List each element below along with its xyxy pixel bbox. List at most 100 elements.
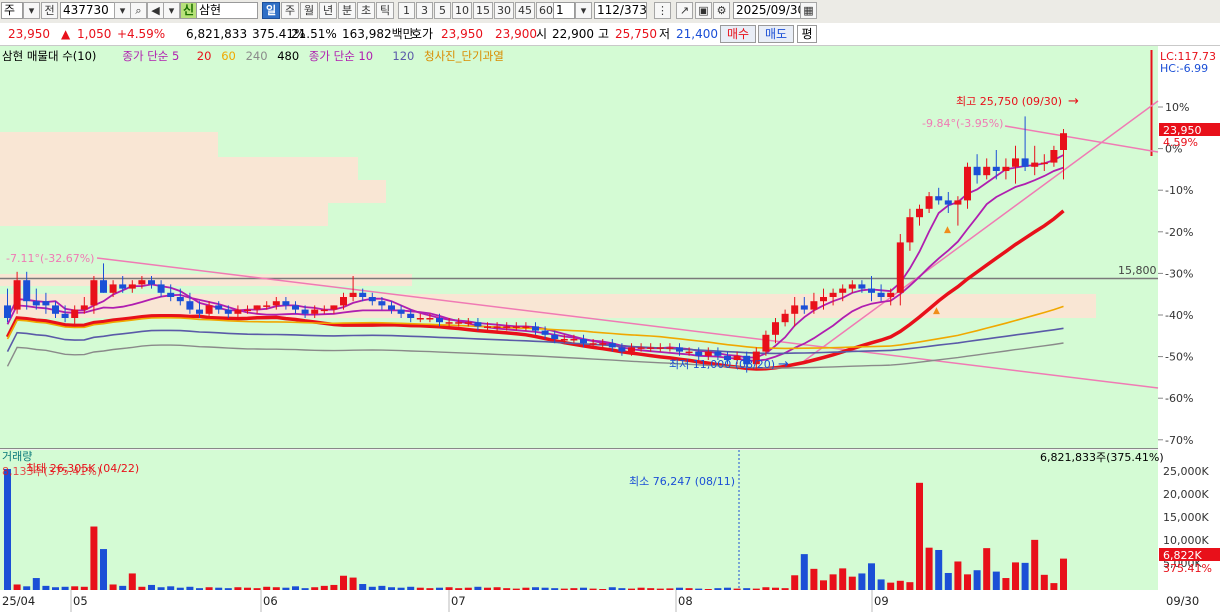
- volume-left-value: 8,133주(375.41%): [2, 465, 101, 478]
- volume-profile-bar: [0, 157, 358, 180]
- volume-bar: [272, 587, 280, 590]
- volume-tick-label: 15,000K: [1163, 511, 1209, 524]
- high-label: 고: [598, 27, 610, 41]
- interval-button-1[interactable]: 1: [398, 2, 415, 19]
- volume-bar: [522, 587, 530, 590]
- stock-code-dropdown-icon[interactable]: ▾: [114, 2, 131, 19]
- legend-item: 종가 단순 10: [309, 49, 373, 63]
- volume-bar: [71, 586, 79, 590]
- market-type-select[interactable]: 주: [1, 2, 23, 19]
- y-tick-label: -70%: [1165, 434, 1193, 447]
- grid-icon[interactable]: ⋮: [654, 2, 671, 19]
- interval-button-15[interactable]: 15: [473, 2, 493, 19]
- trade-value: 163,982백만: [342, 27, 414, 41]
- volume-bar: [724, 587, 731, 590]
- speaker-icon[interactable]: ◀: [147, 2, 164, 19]
- volume-bar: [647, 588, 655, 590]
- trend-label-left: -7.11°(-32.67%): [6, 252, 94, 265]
- legend-item: 청사진_단기과열: [424, 49, 504, 63]
- x-tick-label: 07: [451, 594, 466, 608]
- trend-tool-icon[interactable]: ↗: [676, 2, 693, 19]
- volume-bar: [551, 588, 559, 590]
- interval-button-5[interactable]: 5: [434, 2, 451, 19]
- calendar-icon[interactable]: ▦: [800, 2, 817, 19]
- period-button-년[interactable]: 년: [319, 2, 337, 19]
- step-select[interactable]: 1: [553, 2, 575, 19]
- volume-bar: [215, 587, 223, 590]
- period-button-일[interactable]: 일: [262, 2, 280, 19]
- volume-bar: [896, 580, 904, 590]
- volume-bar: [109, 584, 117, 590]
- volume-bar: [445, 587, 453, 590]
- market-type-dropdown-icon[interactable]: ▾: [23, 2, 40, 19]
- volume-bar: [820, 580, 827, 590]
- stock-chart[interactable]: 삼현 매물대 수(10) 종가 단순 5 20 60 240 480 종가 단순 10 120…: [0, 46, 1220, 612]
- hc-label: HC:-6.99: [1160, 62, 1208, 75]
- volume-bar: [580, 587, 587, 590]
- volume-bar: [800, 554, 808, 590]
- volume-bar: [416, 587, 424, 590]
- volume-bar: [119, 585, 127, 590]
- x-tick-label: 06: [263, 594, 278, 608]
- sell-button[interactable]: 매도: [758, 25, 794, 43]
- volume-bar: [426, 588, 434, 590]
- volume-bar: [532, 587, 539, 590]
- period-button-틱[interactable]: 틱: [376, 2, 394, 19]
- gear-icon[interactable]: ⚙: [713, 2, 730, 19]
- volume-bar: [973, 570, 981, 590]
- speaker-dropdown-icon[interactable]: ▾: [163, 2, 180, 19]
- y-tick-label: -60%: [1165, 392, 1193, 405]
- volume-bar: [791, 575, 799, 590]
- stock-name-field[interactable]: 삼현: [196, 2, 258, 19]
- volume-bar: [676, 587, 683, 590]
- interval-button-30[interactable]: 30: [494, 2, 514, 19]
- interval-button-3[interactable]: 3: [416, 2, 433, 19]
- volume-bar: [983, 548, 991, 590]
- interval-button-10[interactable]: 10: [452, 2, 472, 19]
- y-tick-label: 10%: [1165, 101, 1189, 114]
- volume-bar: [464, 587, 472, 590]
- volume-bar: [148, 584, 155, 590]
- period-button-분[interactable]: 분: [338, 2, 356, 19]
- volume-bar: [61, 586, 69, 590]
- period-button-초[interactable]: 초: [357, 2, 375, 19]
- volume-bar: [205, 587, 213, 590]
- volume-bar: [599, 589, 607, 590]
- legend-item: 120: [392, 49, 414, 63]
- volume-bar: [618, 588, 626, 590]
- x-axis-area: [0, 590, 1158, 612]
- volume-bar: [100, 549, 107, 590]
- volume-bar: [1050, 583, 1058, 590]
- volume-bar: [23, 586, 31, 590]
- stock-code-input[interactable]: 437730: [60, 2, 115, 19]
- low-annotation: 최저 11,000 (08/20): [669, 358, 775, 371]
- volume-bar: [839, 568, 847, 590]
- volume-bar: [330, 584, 338, 590]
- volume-tick-label: 25,000K: [1163, 465, 1209, 478]
- y-tick-label: -30%: [1165, 267, 1193, 280]
- step-dropdown-icon[interactable]: ▾: [575, 2, 592, 19]
- volume-bar: [752, 588, 760, 590]
- buy-button[interactable]: 매수: [720, 25, 756, 43]
- volume-bar: [253, 588, 261, 590]
- save-icon[interactable]: ▣: [695, 2, 712, 19]
- prev-button[interactable]: 전: [41, 2, 58, 19]
- volume-bar: [560, 588, 568, 590]
- search-icon[interactable]: ⌕: [130, 2, 147, 19]
- period-button-주[interactable]: 주: [281, 2, 299, 19]
- y-tick-label: -10%: [1165, 184, 1193, 197]
- volume-bar: [685, 588, 693, 590]
- interval-button-45[interactable]: 45: [515, 2, 535, 19]
- eval-button[interactable]: 평: [797, 25, 817, 43]
- volume-top-value: 6,821,833주(375.41%): [1040, 451, 1164, 464]
- legend-item: 삼현 매물대 수(10): [2, 49, 96, 63]
- date-field[interactable]: 2025/09/30: [733, 2, 801, 19]
- volume-bar: [714, 588, 722, 590]
- volume-bar: [704, 589, 712, 590]
- volume-bar: [503, 588, 511, 590]
- volume-bar: [474, 586, 482, 590]
- volume-tick-label: 10,000K: [1163, 534, 1209, 547]
- volume-bar: [944, 572, 952, 590]
- volume-bar: [196, 588, 203, 590]
- period-button-월[interactable]: 월: [300, 2, 318, 19]
